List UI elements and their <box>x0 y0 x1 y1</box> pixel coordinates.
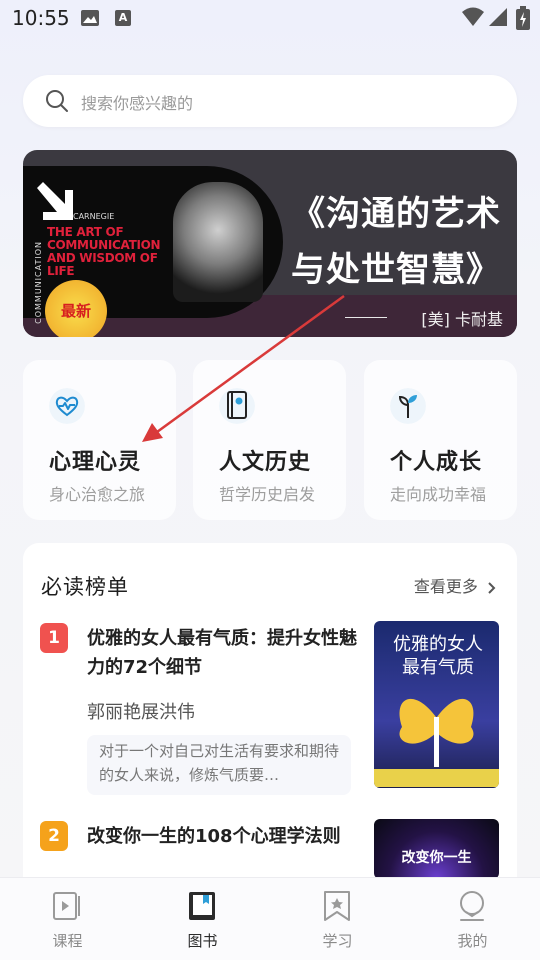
tab-label: 学习 <box>322 932 353 950</box>
book-cover: 改变你一生 <box>374 819 499 879</box>
category-card-history[interactable]: 人文历史 哲学历史启发 <box>193 360 346 520</box>
wifi-icon <box>462 7 484 26</box>
book-cover-title: 优雅的女人最有气质 <box>393 634 483 678</box>
rank-badge: 1 <box>40 623 68 653</box>
category-title: 个人成长 <box>390 450 483 475</box>
signal-icon <box>489 8 507 26</box>
book-cover-title: 改变你一生 <box>401 850 472 866</box>
rank-badge: 2 <box>40 821 68 851</box>
tab-study[interactable]: 学习 <box>270 878 405 960</box>
banner-author: [美] 卡耐基 <box>421 310 503 329</box>
book-cover: 优雅的女人最有气质 <box>374 621 499 788</box>
book-title: 优雅的女人最有气质：提升女性魅力的72个细节 <box>87 628 357 678</box>
category-title: 心理心灵 <box>49 450 142 475</box>
featured-banner[interactable]: CARNEGIE THE ART OF COMMUNICATION AND WI… <box>23 150 517 337</box>
tab-label: 我的 <box>457 932 488 950</box>
image-notification-icon <box>81 10 99 26</box>
book-seal: 最新 <box>45 280 107 337</box>
profile-icon <box>460 891 484 921</box>
course-icon <box>53 892 80 920</box>
ranking-heading: 必读榜单 <box>41 575 129 599</box>
category-subtitle: 哲学历史启发 <box>219 485 316 504</box>
view-more-link[interactable]: 查看更多 <box>414 573 497 597</box>
search-bar[interactable]: 搜索你感兴趣的 <box>23 75 517 127</box>
tab-label: 课程 <box>52 932 83 950</box>
book-tab-icon <box>189 892 215 920</box>
book-cover-small-text: CARNEGIE <box>73 212 115 221</box>
status-bar: 10:55 A <box>0 0 540 38</box>
chevron-right-icon <box>488 581 496 594</box>
arrow-down-right-icon <box>37 182 73 220</box>
category-subtitle: 走向成功幸福 <box>390 485 487 504</box>
book-icon <box>219 388 255 424</box>
sprout-icon <box>390 388 426 424</box>
search-placeholder: 搜索你感兴趣的 <box>81 94 194 113</box>
font-notification-icon: A <box>115 10 131 26</box>
book-description: 对于一个对自己对生活有要求和期待的女人来说，修炼气质要… <box>87 735 351 795</box>
book-author: 郭丽艳展洪伟 <box>87 702 195 723</box>
list-item[interactable]: 1 优雅的女人最有气质：提升女性魅力的72个细节 郭丽艳展洪伟 对于一个对自己对… <box>23 621 517 801</box>
book-title: 改变你一生的108个心理学法则 <box>87 826 341 847</box>
category-subtitle: 身心治愈之旅 <box>49 485 146 504</box>
banner-book-cover: CARNEGIE THE ART OF COMMUNICATION AND WI… <box>23 166 283 337</box>
banner-dash <box>345 317 387 318</box>
tab-books[interactable]: 图书 <box>135 878 270 960</box>
view-more-label: 查看更多 <box>413 577 478 596</box>
tab-course[interactable]: 课程 <box>0 878 135 960</box>
banner-title: 《沟通的艺术 与处世智慧》 <box>291 186 501 298</box>
author-portrait <box>173 182 263 302</box>
bookmark-icon <box>324 891 350 921</box>
book-cover-title: THE ART OF COMMUNICATION AND WISDOM OF L… <box>47 225 161 278</box>
book-cover-vertical: COMMUNICATION <box>34 241 43 324</box>
category-card-growth[interactable]: 个人成长 走向成功幸福 <box>364 360 517 520</box>
status-time: 10:55 <box>12 6 70 30</box>
category-card-psychology[interactable]: 心理心灵 身心治愈之旅 <box>23 360 176 520</box>
butterfly-image <box>374 698 499 787</box>
banner-title-line1: 《沟通的艺术 <box>291 194 501 234</box>
battery-icon <box>516 6 530 30</box>
heart-pulse-icon <box>49 388 85 424</box>
banner-title-line2: 与处世智慧》 <box>291 250 501 290</box>
tab-label: 图书 <box>187 932 218 950</box>
bottom-tab-bar: 课程 图书 学习 我的 <box>0 877 540 960</box>
category-title: 人文历史 <box>219 450 312 475</box>
search-icon <box>46 90 68 112</box>
tab-profile[interactable]: 我的 <box>405 878 540 960</box>
